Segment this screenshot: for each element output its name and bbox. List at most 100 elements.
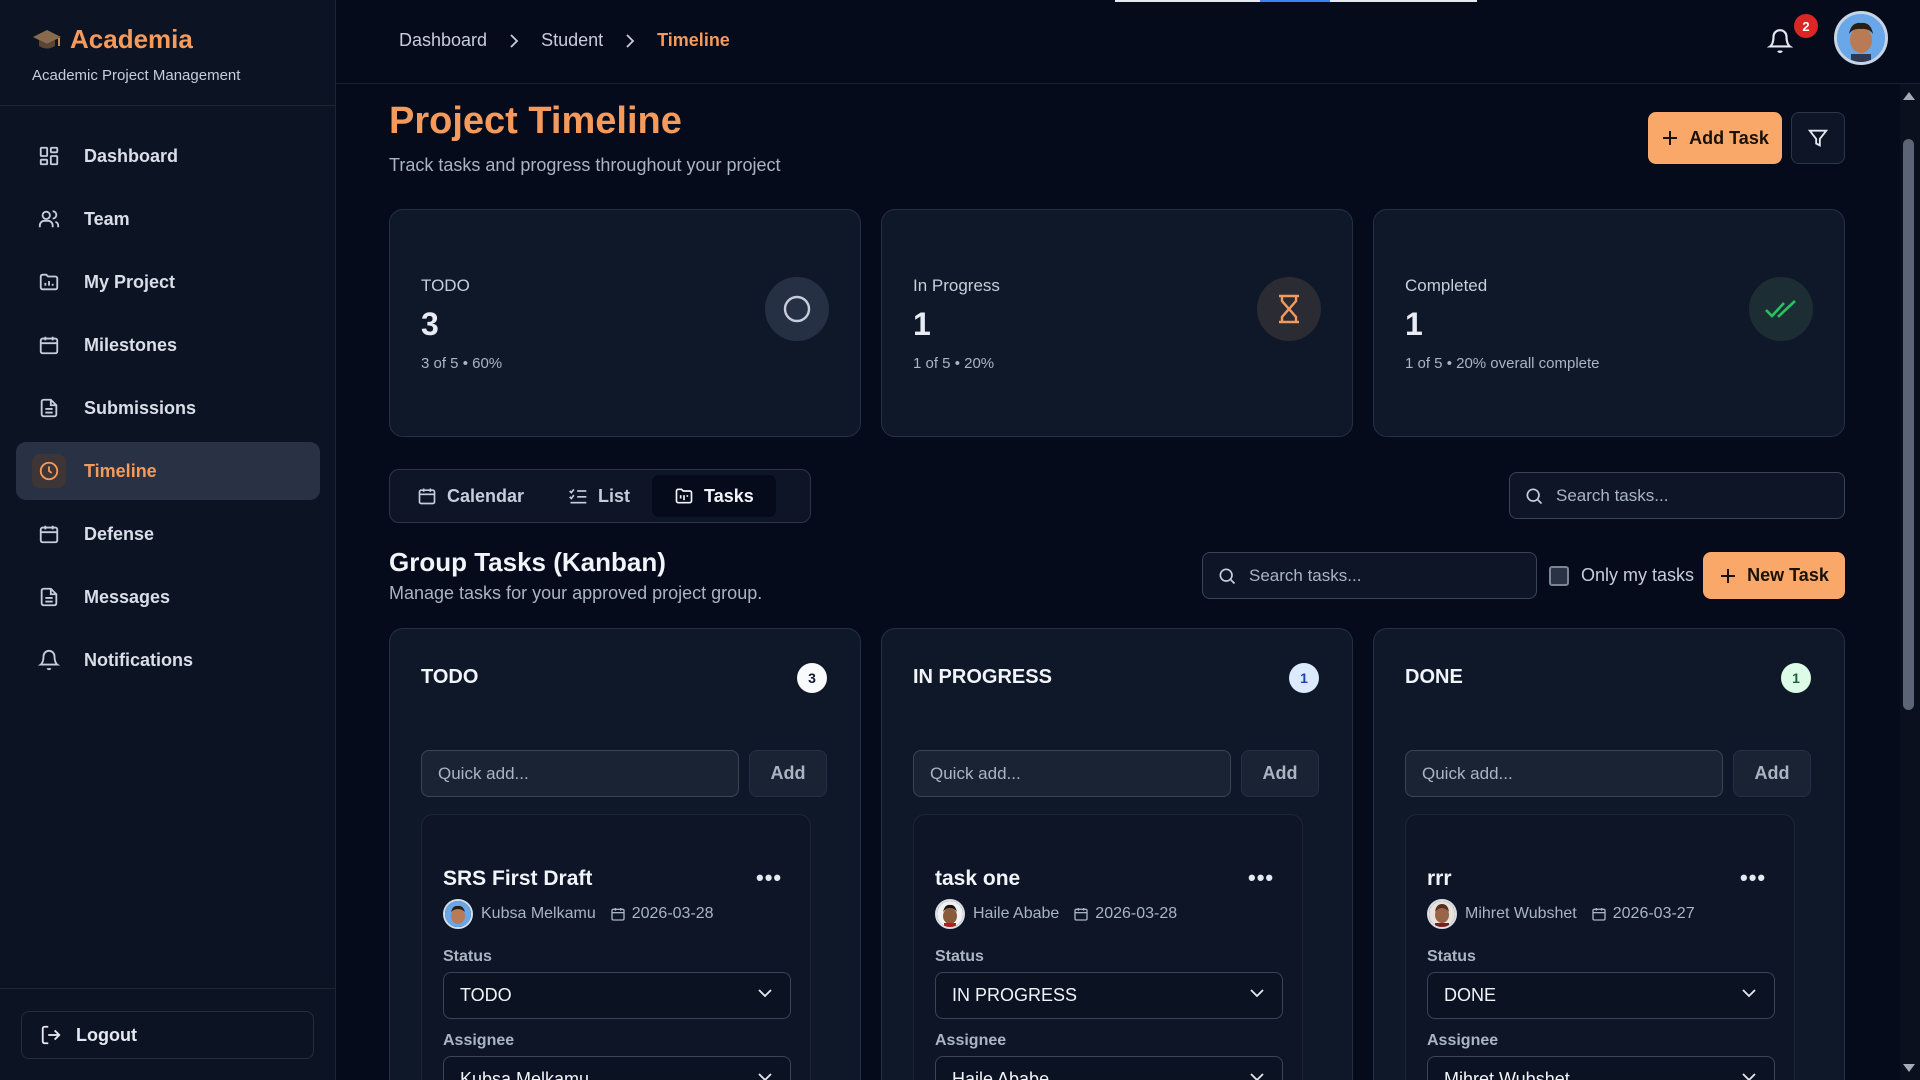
assignee-select[interactable]: Mihret Wubshet <box>1427 1056 1775 1080</box>
avatar[interactable] <box>1834 11 1888 65</box>
quick-add-button[interactable]: Add <box>749 750 827 797</box>
kanban-title: Group Tasks (Kanban) <box>389 547 666 577</box>
task-meta: Haile Ababe 2026-03-28 <box>935 899 1177 929</box>
quick-add-input[interactable] <box>438 763 738 784</box>
assignee-label: Assignee <box>443 1032 515 1049</box>
breadcrumb: Dashboard Student Timeline <box>399 30 730 51</box>
sidebar-item-timeline[interactable]: Timeline <box>16 442 320 500</box>
stat-value: 1 <box>1405 306 1423 342</box>
search-input[interactable] <box>1249 565 1536 586</box>
task-title: SRS First Draft <box>443 867 593 890</box>
avatar <box>443 899 473 929</box>
assignee-label: Assignee <box>1427 1032 1499 1049</box>
brand-subtitle: Academic Project Management <box>32 67 241 84</box>
status-select[interactable]: IN PROGRESS <box>935 972 1283 1019</box>
clock-icon <box>32 454 66 488</box>
column-title: TODO <box>421 666 479 688</box>
sidebar-item-defense[interactable]: Defense <box>16 505 320 563</box>
quick-add-button[interactable]: Add <box>1733 750 1811 797</box>
status-label: Status <box>935 948 984 965</box>
assignee-value: Kubsa Melkamu <box>460 1069 590 1080</box>
search-input[interactable] <box>1556 485 1844 506</box>
tab-calendar[interactable]: Calendar <box>395 475 546 517</box>
quick-add-field[interactable] <box>421 750 739 797</box>
assignee-select[interactable]: Haile Ababe <box>935 1056 1283 1080</box>
status-value: IN PROGRESS <box>952 985 1078 1005</box>
loading-bar <box>1115 0 1477 2</box>
bell-icon <box>32 643 66 677</box>
kanban-column-done: DONE 1 Add rrr ••• Mihret Wubshet 2026-0… <box>1373 628 1845 1080</box>
kanban-search-field[interactable] <box>1202 552 1537 599</box>
notification-bell-icon[interactable] <box>1767 28 1795 56</box>
stat-label: TODO <box>421 276 470 295</box>
chevron-right-icon <box>509 33 519 48</box>
calendar-icon <box>417 486 437 506</box>
more-options-icon[interactable]: ••• <box>1248 865 1274 891</box>
task-due-date: 2026-03-27 <box>1612 905 1695 922</box>
tab-list[interactable]: List <box>546 475 652 517</box>
tab-label: List <box>598 485 631 506</box>
logout-label: Logout <box>76 1024 137 1045</box>
sidebar-item-messages[interactable]: Messages <box>16 568 320 626</box>
breadcrumb-student[interactable]: Student <box>541 30 603 51</box>
chevron-down-icon <box>1742 988 1756 998</box>
stat-value: 1 <box>913 306 931 342</box>
quick-add-field[interactable] <box>1405 750 1723 797</box>
sidebar-item-dashboard[interactable]: Dashboard <box>16 127 320 185</box>
checkbox-label: Only my tasks <box>1581 565 1695 585</box>
stat-meta: 1 of 5 • 20% <box>913 355 995 372</box>
filter-button[interactable] <box>1791 112 1845 164</box>
divider <box>0 105 335 106</box>
only-my-tasks-checkbox[interactable]: Only my tasks <box>1549 565 1694 586</box>
stat-card-in-progress: In Progress 1 1 of 5 • 20% <box>881 209 1353 437</box>
status-select[interactable]: TODO <box>443 972 791 1019</box>
task-card[interactable]: SRS First Draft ••• Kubsa Melkamu 2026-0… <box>421 814 811 1080</box>
scrollbar-thumb[interactable] <box>1903 139 1914 710</box>
sidebar-item-label: Team <box>84 208 130 229</box>
logout-button[interactable]: Logout <box>21 1011 314 1059</box>
more-options-icon[interactable]: ••• <box>1740 865 1766 891</box>
quick-add-input[interactable] <box>1422 763 1722 784</box>
brand: Academia Academic Project Management <box>32 24 240 84</box>
breadcrumb-dashboard[interactable]: Dashboard <box>399 30 487 51</box>
tab-tasks[interactable]: Tasks <box>652 475 776 517</box>
add-task-button[interactable]: Add Task <box>1648 112 1782 164</box>
task-title: rrr <box>1427 867 1452 890</box>
status-label: Status <box>1427 948 1476 965</box>
sidebar-item-submissions[interactable]: Submissions <box>16 379 320 437</box>
task-assignee: Haile Ababe <box>973 905 1060 922</box>
checkbox[interactable] <box>1549 565 1569 586</box>
quick-add-field[interactable] <box>913 750 1231 797</box>
assignee-value: Mihret Wubshet <box>1444 1069 1570 1080</box>
column-count-badge: 1 <box>1289 663 1319 693</box>
brand-title[interactable]: Academia <box>70 24 193 55</box>
quick-add-button[interactable]: Add <box>1241 750 1319 797</box>
task-card[interactable]: task one ••• Haile Ababe 2026-03-28 Stat… <box>913 814 1303 1080</box>
column-count-badge: 1 <box>1781 663 1811 693</box>
sidebar-item-label: Timeline <box>84 460 157 481</box>
calendar-icon <box>32 328 66 362</box>
divider <box>0 988 335 989</box>
sidebar-item-my-project[interactable]: My Project <box>16 253 320 311</box>
sidebar-item-milestones[interactable]: Milestones <box>16 316 320 374</box>
top-search-field[interactable] <box>1509 472 1845 519</box>
page-scrollbar[interactable] <box>1900 84 1920 1080</box>
quick-add-input[interactable] <box>930 763 1230 784</box>
new-task-button[interactable]: New Task <box>1703 552 1845 599</box>
sidebar-item-team[interactable]: Team <box>16 190 320 248</box>
sidebar-item-notifications[interactable]: Notifications <box>16 631 320 689</box>
status-select[interactable]: DONE <box>1427 972 1775 1019</box>
view-tabs: Calendar List Tasks <box>389 469 811 523</box>
task-card[interactable]: rrr ••• Mihret Wubshet 2026-03-27 Status… <box>1405 814 1795 1080</box>
add-task-label: Add Task <box>1689 127 1769 148</box>
page-subtitle: Track tasks and progress throughout your… <box>389 155 781 175</box>
assignee-select[interactable]: Kubsa Melkamu <box>443 1056 791 1080</box>
avatar <box>1427 899 1457 929</box>
stat-meta: 1 of 5 • 20% overall complete <box>1405 355 1600 372</box>
scroll-down-icon[interactable] <box>1903 1064 1915 1072</box>
avatar <box>935 899 965 929</box>
more-options-icon[interactable]: ••• <box>756 865 782 891</box>
scroll-up-icon[interactable] <box>1903 92 1915 100</box>
notification-count-badge: 2 <box>1794 14 1818 38</box>
kanban-folder-icon <box>674 486 694 506</box>
